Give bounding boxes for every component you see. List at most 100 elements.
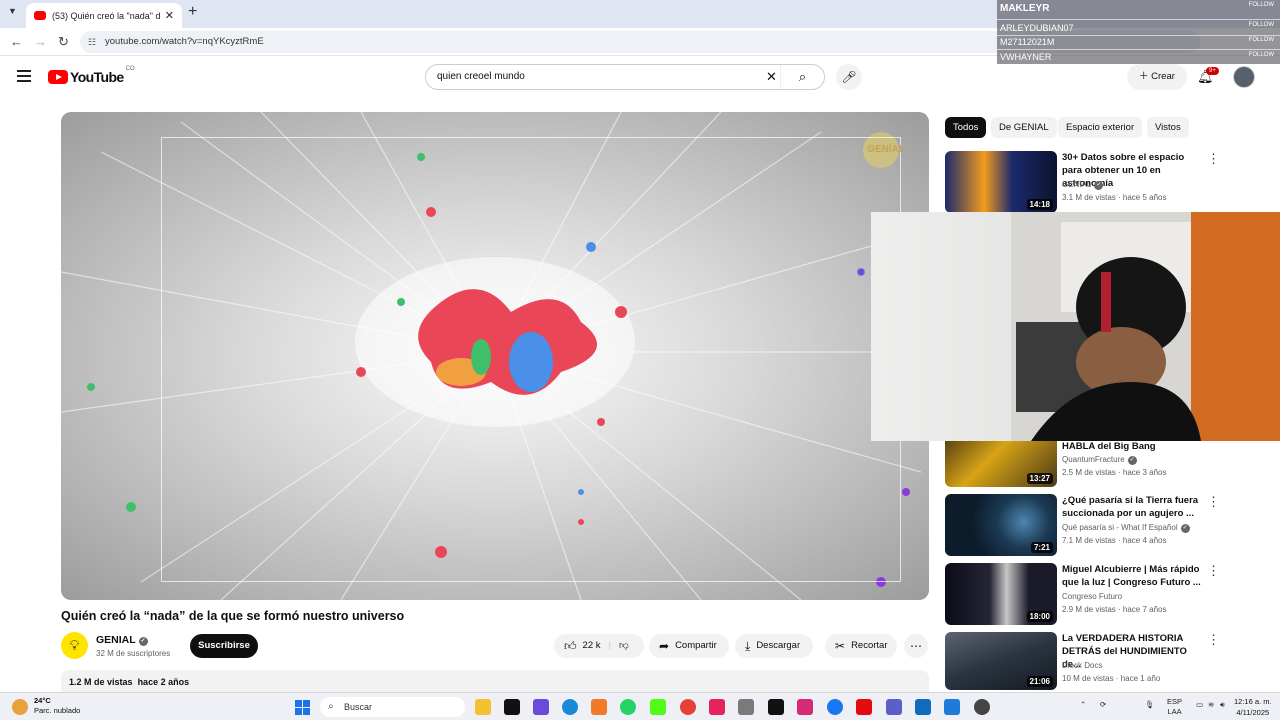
recommendation-title[interactable]: HABLA del Big Bang (1062, 440, 1202, 453)
video-thumbnail[interactable]: 14:18 (945, 151, 1057, 213)
voice-search-icon[interactable]: 🎤︎ (836, 64, 862, 90)
subscribe-button[interactable]: Suscribirse (190, 634, 258, 658)
account-avatar[interactable] (1233, 66, 1255, 88)
overlay-divider (997, 19, 1280, 20)
volume-icon[interactable]: 🔊︎ (1220, 700, 1225, 710)
wifi-icon[interactable]: ≋ (1208, 700, 1214, 709)
language-indicator[interactable]: ESP LAA (1167, 697, 1182, 717)
sync-icon[interactable]: ⟳ (1100, 700, 1106, 709)
chrome-icon[interactable] (680, 699, 696, 715)
tiktok-icon[interactable] (504, 699, 520, 715)
recommendation-channel[interactable]: Dieck Docs (1062, 661, 1102, 670)
close-tab-icon[interactable]: ✕ (165, 9, 174, 22)
country-code: CO (125, 66, 135, 72)
outlook-icon[interactable] (915, 699, 931, 715)
weather-icon[interactable] (12, 699, 28, 715)
start-windows-icon[interactable] (295, 700, 310, 715)
recommendation-item[interactable]: 14:18 30+ Datos sobre el espacio para ob… (945, 151, 1225, 213)
video-player[interactable]: GENIAL (61, 112, 929, 600)
instagram-icon[interactable] (797, 699, 813, 715)
chip-from-channel[interactable]: De GENIAL (991, 117, 1057, 138)
back-icon[interactable]: ← (10, 34, 23, 49)
tiktok-studio-icon[interactable] (709, 699, 725, 715)
recommendation-meta: 2.5 M de vistas · hace 3 años (1062, 468, 1167, 477)
kick-icon[interactable] (650, 699, 666, 715)
app-icon[interactable] (533, 699, 549, 715)
recommendation-title[interactable]: Miguel Alcubierre | Más rápido que la lu… (1062, 563, 1202, 589)
forward-icon[interactable]: → (34, 34, 47, 49)
site-info-icon[interactable]: ☷ (88, 31, 96, 53)
copilot-icon[interactable] (591, 699, 607, 715)
tab-search-icon[interactable]: ▼ (8, 6, 17, 16)
channel-avatar[interactable]: 💡︎ (61, 632, 88, 659)
system-clock[interactable]: 12:16 a. m. 4/11/2025 (1234, 696, 1272, 718)
search-button[interactable]: ⌕ (780, 65, 824, 89)
file-explorer-icon[interactable] (475, 699, 491, 715)
recommendation-channel[interactable]: Congreso Futuro (1062, 592, 1122, 601)
menu-icon[interactable] (17, 70, 31, 82)
lightbulb-icon: 💡︎ (69, 637, 80, 653)
recommendation-channel[interactable]: Qué pasaría si - What If Español ✓ (1062, 523, 1190, 533)
whatsapp-icon[interactable] (620, 699, 636, 715)
url-text: youtube.com/watch?v=nqYKcyztRmE (105, 36, 264, 47)
overlay-follow-label: FOLLOW (1248, 22, 1274, 28)
language-code: ESP (1167, 697, 1183, 706)
recommendation-item[interactable]: 7:21 ¿Qué pasaría si la Tierra fuera suc… (945, 494, 1225, 556)
chip-all[interactable]: Todos (945, 117, 987, 138)
youtube-logo[interactable]: YouTube CO (48, 66, 135, 85)
create-label: Crear (1151, 71, 1175, 82)
browser-tab-active[interactable]: (53) Quién creó la "nada" de la que se f… (26, 3, 182, 28)
search-input[interactable]: quien creoel mundo ✕ ⌕ (425, 64, 825, 90)
more-options-icon[interactable]: ⋮ (1207, 151, 1220, 167)
display-icon[interactable]: ▭ (1196, 700, 1203, 709)
like-divider: | (608, 640, 611, 651)
chip-watched[interactable]: Vistos (1147, 117, 1189, 138)
camera-icon[interactable] (738, 699, 754, 715)
reload-icon[interactable]: ↻ (58, 34, 69, 50)
edge-icon[interactable] (562, 699, 578, 715)
clock-date: 4/11/2025 (1236, 708, 1270, 717)
upload-age: hace 2 años (137, 677, 190, 687)
more-options-icon[interactable]: ⋮ (1207, 563, 1220, 579)
recommendation-channel[interactable]: GENIAL ✓ (1062, 180, 1104, 190)
new-tab-icon[interactable]: + (188, 3, 197, 21)
more-options-icon[interactable]: ⋮ (1207, 632, 1220, 648)
recommendation-title[interactable]: ¿Qué pasaría si la Tierra fuera succiona… (1062, 494, 1202, 520)
recommendation-item[interactable]: 21:06 La VERDADERA HISTORIA DETRÁS del H… (945, 632, 1225, 690)
more-options-icon[interactable]: ⋮ (1207, 494, 1220, 510)
duration-badge: 18:00 (1026, 611, 1053, 622)
obs-icon[interactable] (974, 699, 990, 715)
verified-icon: ✓ (1127, 456, 1137, 465)
clip-button[interactable]: ✂ Recortar (825, 634, 897, 658)
share-button[interactable]: ➦ Compartir (649, 634, 729, 658)
capcut-icon[interactable] (768, 699, 784, 715)
chip-space[interactable]: Espacio exterior (1058, 117, 1143, 138)
logo-wordmark: YouTube (70, 69, 124, 85)
recommendation-meta: 10 M de vistas · hace 1 año (1062, 674, 1161, 683)
video-thumbnail[interactable]: 21:06 (945, 632, 1057, 690)
video-thumbnail[interactable]: 18:00 (945, 563, 1057, 625)
dislike-icon[interactable]: 👎︎ (619, 634, 629, 658)
mic-tray-icon[interactable]: 🎙︎ (1145, 700, 1155, 709)
facebook-icon[interactable] (827, 699, 843, 715)
video-thumbnail[interactable]: 7:21 (945, 494, 1057, 556)
recommendation-channel-text: QuantumFracture (1062, 455, 1125, 464)
tray-expand-icon[interactable]: ⌃ (1080, 700, 1086, 709)
like-count[interactable]: 22 k (583, 634, 601, 658)
scissors-icon: ✂ (835, 639, 846, 653)
netflix-icon[interactable] (856, 699, 872, 715)
create-button[interactable]: ＋ Crear (1127, 64, 1187, 90)
more-actions-icon[interactable]: ⋯ (904, 634, 928, 658)
like-icon[interactable]: 👍︎ (564, 634, 577, 658)
weather-widget[interactable]: 24°C Parc. nublado (34, 696, 80, 716)
share-label: Compartir (675, 640, 717, 651)
store-icon[interactable] (944, 699, 960, 715)
overlay-top-user: MAKLEYR (1000, 3, 1050, 14)
taskbar-search-input[interactable]: ⌕ Buscar (320, 697, 465, 717)
download-button[interactable]: ⤓ Descargar (735, 634, 813, 658)
channel-name[interactable]: GENIAL ✓ (96, 634, 148, 646)
teams-icon[interactable] (886, 699, 902, 715)
recommendation-item[interactable]: 18:00 Miguel Alcubierre | Más rápido que… (945, 563, 1225, 625)
recommendation-channel[interactable]: QuantumFracture ✓ (1062, 455, 1137, 465)
clear-search-icon[interactable]: ✕ (766, 65, 777, 89)
